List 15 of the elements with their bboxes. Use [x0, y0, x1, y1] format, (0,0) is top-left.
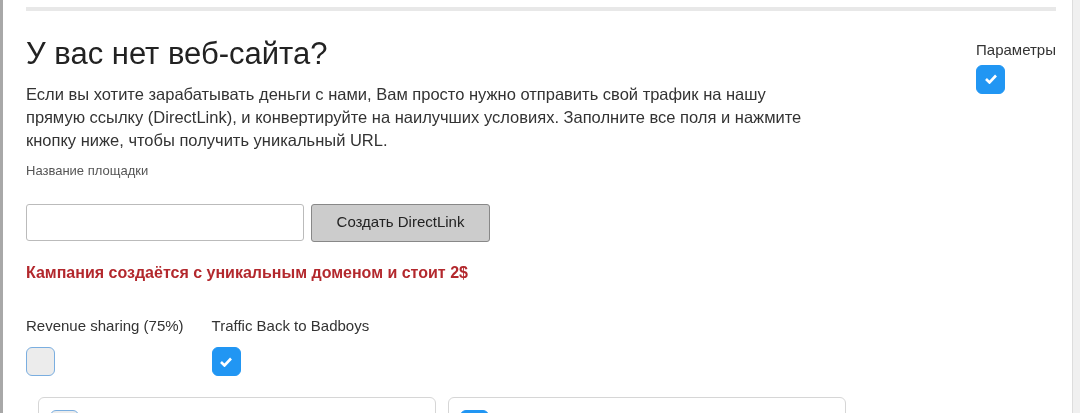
description-text: Если вы хотите зарабатывать деньги с нами, Вам просто нужно отправить свой трафик на нашу прямую ссылку (DirectLink), и конвертируйте на наилучших условиях. Заполните все поля и нажмите кнопку ниже, чтобы получить уникальный URL.: [26, 84, 803, 151]
parameters-label: Параметры: [976, 40, 1056, 60]
checkbox[interactable]: [211, 347, 241, 376]
checkbox[interactable]: [976, 64, 1006, 94]
option-label: Revenue sharing (75%): [26, 315, 184, 336]
notice-text: Кампания создаётся с уникальным доменом и стоит 2$: [26, 262, 468, 283]
page-heading: У вас нет веб-сайта?: [26, 35, 328, 73]
create-directlink-button[interactable]: Создать DirectLink: [311, 203, 490, 242]
option-label: Traffic Back to Badboys: [211, 315, 370, 336]
scrollbar[interactable]: [1072, 0, 1080, 413]
field-label: Название площадки: [26, 162, 149, 180]
checkbox[interactable]: [26, 347, 55, 376]
site-name-input[interactable]: [26, 203, 304, 241]
check-icon: [220, 356, 233, 367]
check-icon: [984, 74, 997, 84]
